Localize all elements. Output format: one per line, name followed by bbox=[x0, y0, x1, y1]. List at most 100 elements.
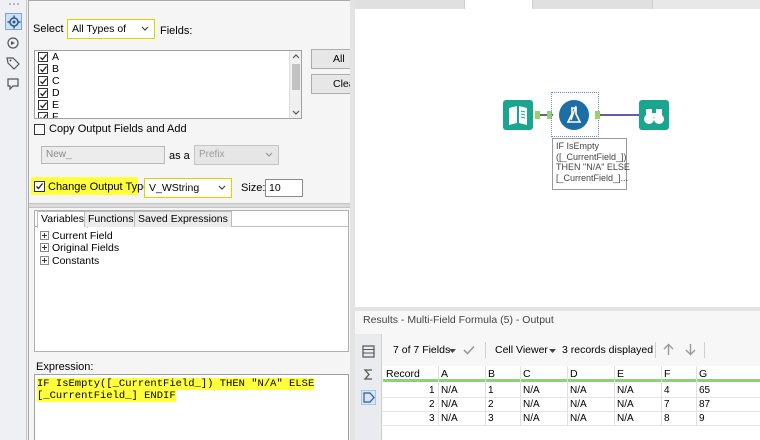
tab-variables[interactable]: Variables bbox=[37, 211, 88, 228]
book-icon bbox=[509, 106, 527, 125]
field-name: C bbox=[52, 75, 60, 87]
panel-splitter[interactable] bbox=[29, 203, 350, 208]
arrow-up-icon[interactable] bbox=[662, 343, 675, 356]
copy-output-checkbox[interactable] bbox=[34, 124, 45, 135]
cell[interactable]: 65 bbox=[699, 385, 710, 396]
field-checkbox[interactable] bbox=[38, 76, 48, 86]
expression-editor[interactable]: IF IsEmpty([_CurrentField_]) THEN "N/A" … bbox=[34, 374, 349, 440]
data-grid-icon[interactable] bbox=[361, 344, 376, 359]
field-checkbox[interactable] bbox=[38, 112, 48, 118]
tree-item-current-field[interactable]: Current Field bbox=[40, 230, 113, 242]
cell[interactable]: 8 bbox=[664, 413, 670, 424]
scroll-down-icon[interactable] bbox=[292, 110, 300, 116]
cell[interactable]: N/A bbox=[441, 399, 458, 410]
change-output-type-checkbox[interactable] bbox=[34, 181, 45, 192]
toolbar-separator bbox=[485, 342, 486, 358]
column-header[interactable]: E bbox=[617, 368, 624, 380]
cell[interactable]: 7 bbox=[664, 399, 670, 410]
cell[interactable]: N/A bbox=[617, 399, 634, 410]
tool-annotation: IF IsEmpty ([_CurrentField_]) THEN "N/A"… bbox=[552, 138, 630, 190]
cell[interactable]: 9 bbox=[699, 413, 705, 424]
annotation-icon[interactable] bbox=[5, 76, 22, 93]
all-button-label: All bbox=[333, 53, 345, 65]
tab-functions[interactable]: Functions bbox=[84, 211, 138, 227]
message-tag-icon[interactable] bbox=[361, 390, 376, 405]
cell[interactable]: N/A bbox=[441, 385, 458, 396]
tree-item-label: Constants bbox=[52, 255, 100, 267]
left-toolbar bbox=[0, 0, 27, 440]
dropdown-caret-icon[interactable] bbox=[549, 349, 556, 354]
cell[interactable]: N/A bbox=[523, 413, 540, 424]
multi-field-formula-tool[interactable] bbox=[559, 100, 589, 130]
cell-viewer-menu[interactable]: Cell Viewer bbox=[495, 344, 548, 356]
fields-scrollbar[interactable] bbox=[289, 51, 301, 118]
field-checkbox[interactable] bbox=[38, 52, 48, 62]
tag-icon[interactable] bbox=[5, 55, 22, 72]
tab-label: Functions bbox=[88, 213, 134, 225]
tab-saved-expressions[interactable]: Saved Expressions bbox=[134, 211, 232, 227]
metadata-sigma-icon[interactable] bbox=[361, 367, 376, 382]
results-sidebar bbox=[355, 334, 382, 440]
column-header[interactable]: B bbox=[488, 368, 495, 380]
dropdown-caret-icon[interactable] bbox=[449, 349, 456, 354]
arrow-down-icon[interactable] bbox=[684, 343, 697, 356]
cell[interactable]: N/A bbox=[523, 399, 540, 410]
output-anchor[interactable] bbox=[535, 111, 540, 119]
expand-plus-icon[interactable] bbox=[40, 256, 49, 265]
output-type-dropdown[interactable]: V_WString bbox=[144, 178, 232, 198]
field-checkbox[interactable] bbox=[38, 64, 48, 74]
cell[interactable]: N/A bbox=[570, 413, 587, 424]
record-number: 2 bbox=[429, 399, 435, 410]
field-checkbox[interactable] bbox=[38, 100, 48, 110]
workflow-canvas[interactable]: IF IsEmpty ([_CurrentField_]) THEN "N/A"… bbox=[355, 0, 760, 307]
cell[interactable]: N/A bbox=[617, 385, 634, 396]
cell[interactable]: N/A bbox=[617, 413, 634, 424]
field-name: F bbox=[52, 111, 59, 119]
scroll-up-icon[interactable] bbox=[292, 53, 300, 59]
select-type-dropdown[interactable]: All Types of bbox=[67, 19, 155, 39]
tree-item-constants[interactable]: Constants bbox=[40, 255, 99, 267]
column-header[interactable]: G bbox=[699, 368, 707, 380]
cell[interactable]: N/A bbox=[570, 385, 587, 396]
table-row[interactable]: 1 N/A 1 N/A N/A N/A 4 65 bbox=[383, 385, 760, 398]
column-header[interactable]: C bbox=[523, 368, 531, 380]
column-header[interactable]: D bbox=[570, 368, 578, 380]
column-header[interactable]: F bbox=[664, 368, 670, 380]
toolbar-separator bbox=[704, 342, 705, 358]
browse-tool[interactable] bbox=[639, 100, 669, 130]
copy-output-label: Copy Output Fields and Add bbox=[49, 123, 187, 135]
annotation-line: ([_CurrentField_]) bbox=[556, 151, 627, 162]
column-header[interactable]: Record bbox=[386, 368, 420, 380]
output-anchor[interactable] bbox=[595, 111, 600, 119]
records-displayed: 3 records displayed bbox=[562, 344, 654, 356]
prefix-suffix-dropdown[interactable]: Prefix bbox=[194, 145, 279, 165]
fields-checklist[interactable]: A B C D E F bbox=[34, 50, 302, 119]
cell[interactable]: N/A bbox=[441, 413, 458, 424]
input-tool[interactable] bbox=[503, 100, 533, 130]
size-label: Size: bbox=[241, 182, 266, 194]
connection-progress-icon[interactable] bbox=[5, 35, 22, 52]
fields-count[interactable]: 7 of 7 Fields bbox=[393, 344, 450, 356]
record-number: 3 bbox=[429, 413, 435, 424]
cell[interactable]: 4 bbox=[664, 385, 670, 396]
cell[interactable]: 2 bbox=[488, 399, 494, 410]
expand-plus-icon[interactable] bbox=[40, 231, 49, 240]
cell[interactable]: 1 bbox=[488, 385, 494, 396]
table-row[interactable]: 3 N/A 3 N/A N/A N/A 8 9 bbox=[383, 413, 760, 426]
cell[interactable]: N/A bbox=[570, 399, 587, 410]
cell[interactable]: 87 bbox=[699, 399, 710, 410]
scrollbar-thumb[interactable] bbox=[292, 64, 300, 90]
column-header[interactable]: A bbox=[441, 368, 448, 380]
prefix-text-input[interactable]: New_ bbox=[41, 146, 165, 164]
cell[interactable]: 3 bbox=[488, 413, 494, 424]
table-row[interactable]: 2 N/A 2 N/A N/A N/A 7 87 bbox=[383, 399, 760, 412]
field-checkbox[interactable] bbox=[38, 88, 48, 98]
cell[interactable]: N/A bbox=[523, 385, 540, 396]
size-input[interactable]: 10 bbox=[265, 179, 303, 197]
configuration-gear-icon[interactable] bbox=[5, 13, 22, 30]
chevron-down-icon bbox=[265, 152, 273, 157]
expression-text[interactable]: IF IsEmpty([_CurrentField_]) THEN "N/A" … bbox=[37, 378, 315, 402]
tree-item-original-fields[interactable]: Original Fields bbox=[40, 242, 119, 254]
expand-plus-icon[interactable] bbox=[40, 243, 49, 252]
checkmark-icon[interactable] bbox=[463, 345, 475, 355]
